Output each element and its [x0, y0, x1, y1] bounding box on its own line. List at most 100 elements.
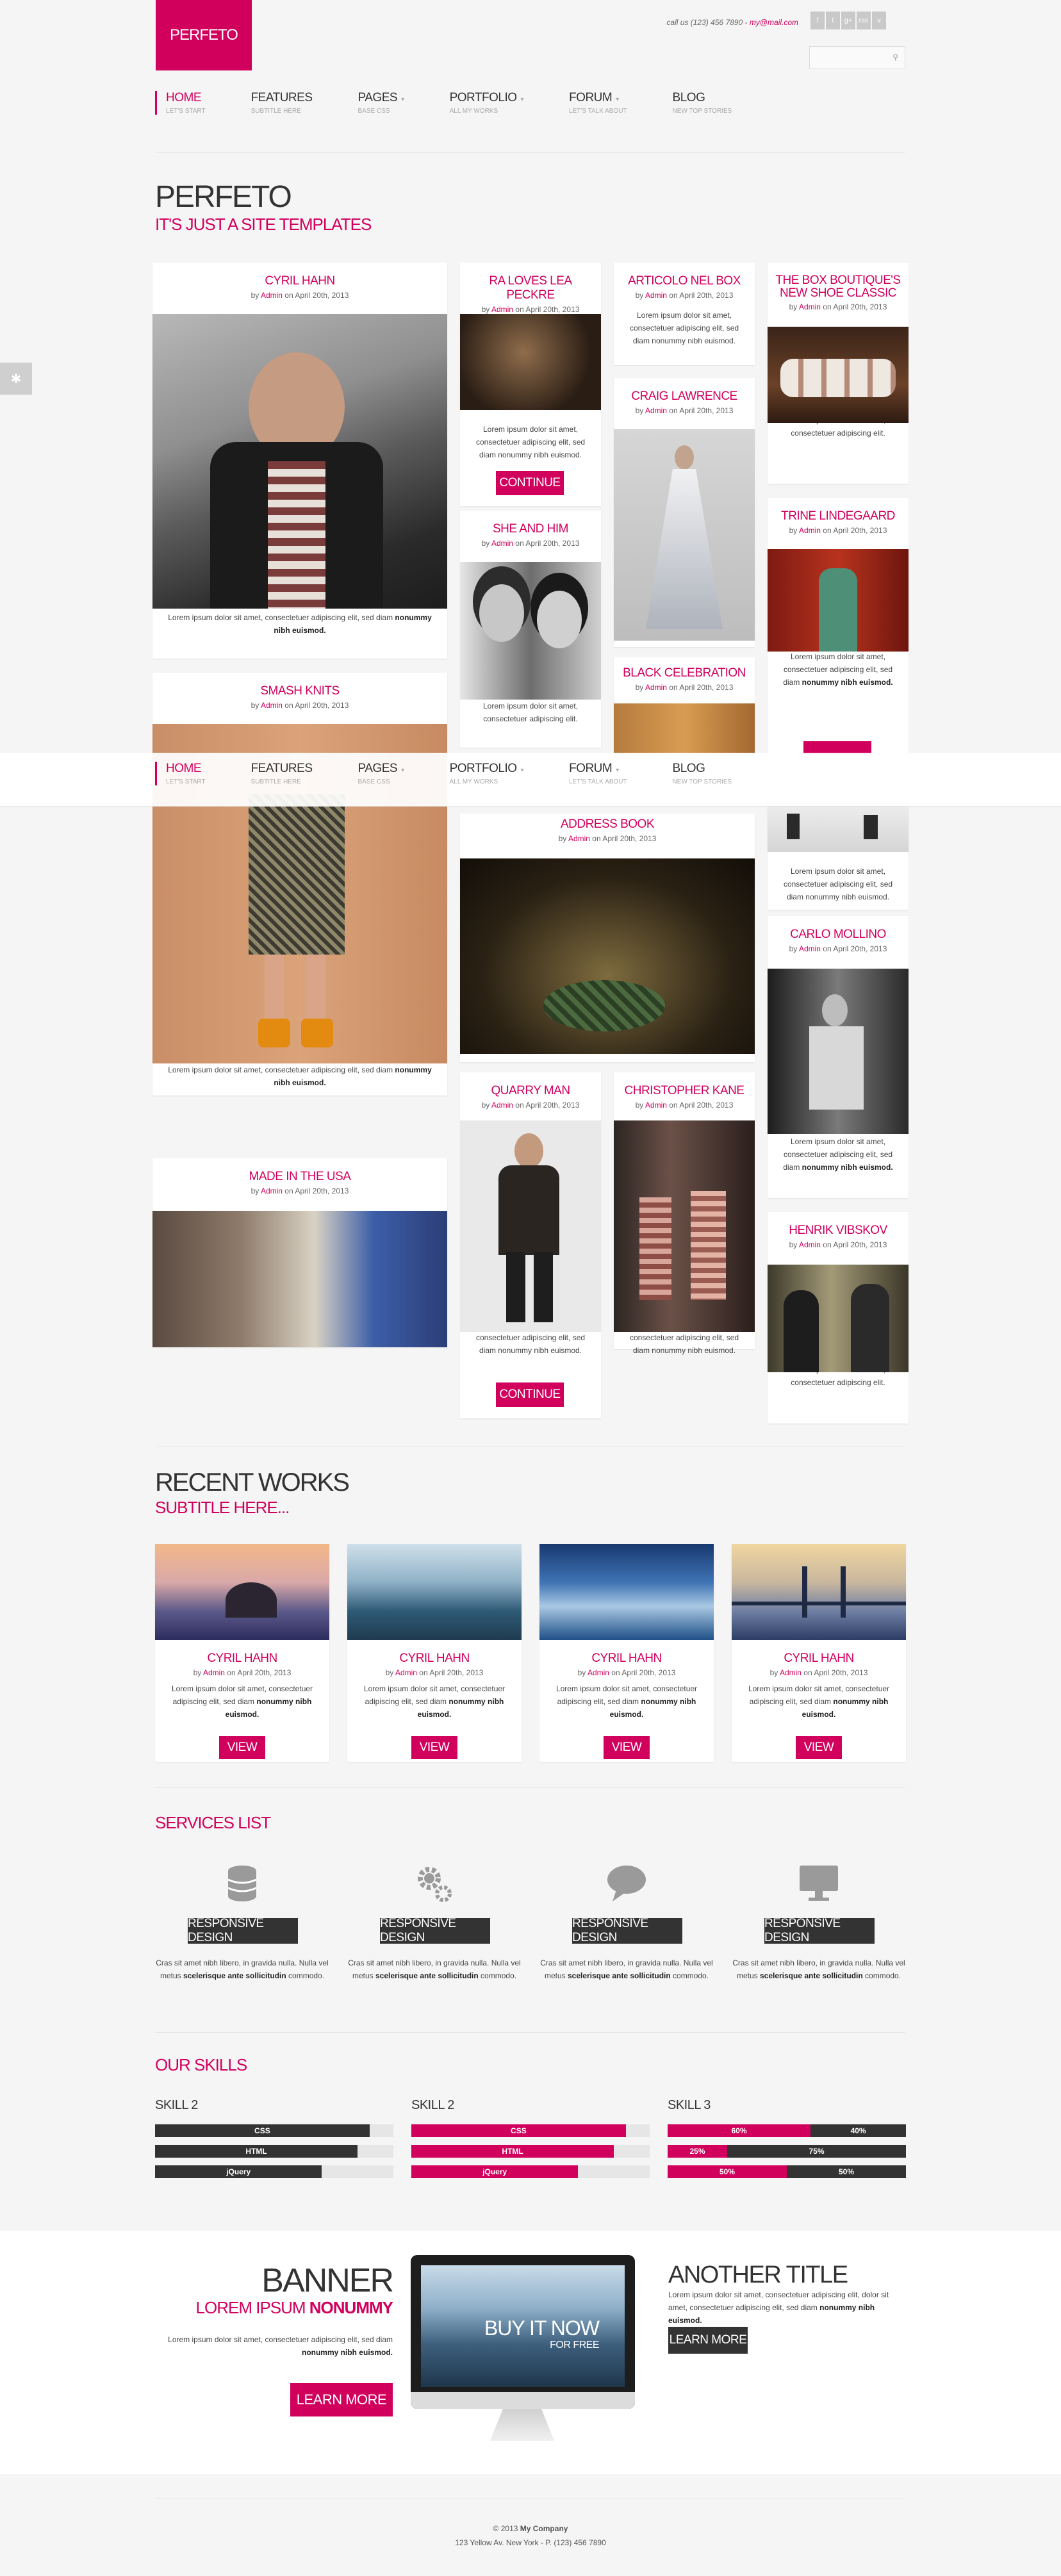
view-button[interactable]: VIEW [604, 1736, 650, 1759]
author-link[interactable]: Admin [799, 302, 821, 311]
card-title[interactable]: CYRIL HAHN [732, 1652, 906, 1666]
card-photo[interactable] [152, 314, 447, 609]
card-title[interactable]: CRAIG LAWRENCE [614, 390, 755, 404]
recent-work-photo[interactable] [155, 1544, 329, 1640]
author-link[interactable]: Admin [261, 701, 283, 710]
card-partial[interactable]: Lorem ipsum dolor sit amet, consectetuer… [768, 801, 909, 910]
author-link[interactable]: Admin [568, 834, 590, 843]
card-craig-lawrence[interactable]: CRAIG LAWRENCE by Admin on April 20th, 2… [614, 378, 755, 647]
service-button[interactable]: RESPONSIVE DESIGN [764, 1917, 875, 1944]
card-title[interactable]: CYRIL HAHN [152, 274, 447, 288]
card-cyril-hahn[interactable]: CYRIL HAHN by Admin on April 20th, 2013 … [152, 263, 447, 659]
card-title[interactable]: CYRIL HAHN [347, 1652, 522, 1666]
continue-button[interactable] [803, 741, 871, 754]
nav-item-forum[interactable]: FORUM ▾ LET'S TALK ABOUT [558, 91, 636, 115]
card-title[interactable]: ARTICOLO NEL BOX [614, 274, 755, 288]
card-title[interactable]: SHE AND HIM [460, 522, 601, 536]
card-title[interactable]: MADE IN THE USA [152, 1170, 447, 1184]
card-christopher-kane[interactable]: CHRISTOPHER KANE by Admin on April 20th,… [614, 1072, 755, 1355]
card-trine-lindegaard[interactable]: TRINE LINDEGAARD by Admin on April 20th,… [768, 498, 909, 754]
nav-item-blog[interactable]: BLOG NEW TOP STORIES [662, 91, 741, 115]
learn-more-button[interactable]: LEARN MORE [290, 2383, 393, 2416]
service-button[interactable]: RESPONSIVE DESIGN [572, 1917, 682, 1944]
monitor-screen[interactable]: BUY IT NOW FOR FREE [421, 2265, 625, 2387]
author-link[interactable]: Admin [261, 291, 283, 300]
card-title[interactable]: RA LOVES LEA PECKRE [460, 274, 601, 302]
card-ra-loves-lea[interactable]: RA LOVES LEA PECKRE by Admin on April 20… [460, 263, 601, 506]
card-photo[interactable] [460, 314, 601, 410]
card-address-book[interactable]: ADDRESS BOOK by Admin on April 20th, 201… [460, 814, 755, 1062]
nav-item-forum[interactable]: FORUM ▾ LET'S TALK ABOUT [558, 762, 636, 785]
view-button[interactable]: VIEW [411, 1736, 457, 1759]
author-link[interactable]: Admin [491, 539, 513, 548]
card-photo[interactable] [460, 858, 755, 1054]
card-made-in-usa[interactable]: MADE IN THE USA by Admin on April 20th, … [152, 1158, 447, 1347]
service-button[interactable]: RESPONSIVE DESIGN [380, 1917, 490, 1944]
card-articolo-nel-box[interactable]: ARTICOLO NEL BOX by Admin on April 20th,… [614, 263, 755, 365]
email-link[interactable]: my@mail.com [750, 18, 798, 27]
recent-work-photo[interactable] [732, 1544, 906, 1640]
site-logo[interactable]: PERFETO [156, 0, 252, 70]
card-title[interactable]: CYRIL HAHN [539, 1652, 714, 1666]
vimeo-icon[interactable]: v [872, 12, 886, 29]
author-link[interactable]: Admin [491, 305, 513, 314]
card-she-and-him[interactable]: SHE AND HIM by Admin on April 20th, 2013… [460, 511, 601, 748]
author-link[interactable]: Admin [395, 1668, 417, 1677]
card-title[interactable]: CHRISTOPHER KANE [614, 1084, 755, 1098]
nav-item-portfolio[interactable]: PORTFOLIO ▾ ALL MY WORKS [439, 762, 532, 785]
card-title[interactable]: CYRIL HAHN [155, 1652, 329, 1666]
nav-item-features[interactable]: FEATURES SUBTITLE HERE [240, 762, 322, 785]
card-carlo-mollino[interactable]: CARLO MOLLINO by Admin on April 20th, 20… [768, 916, 909, 1198]
side-toggle-button[interactable]: ✱ [0, 363, 32, 395]
author-link[interactable]: Admin [588, 1668, 609, 1677]
card-photo[interactable] [768, 327, 909, 423]
author-link[interactable]: Admin [645, 406, 667, 415]
search-icon[interactable]: ⚲ [892, 53, 898, 62]
card-photo[interactable] [768, 1265, 909, 1372]
card-smash-knits[interactable]: SMASH KNITS by Admin on April 20th, 2013… [152, 673, 447, 1095]
another-learn-more-button[interactable]: LEARN MORE [668, 2327, 748, 2354]
card-title[interactable]: TRINE LINDEGAARD [768, 509, 909, 523]
nav-item-portfolio[interactable]: PORTFOLIO ▾ ALL MY WORKS [439, 91, 532, 115]
card-photo[interactable] [460, 1120, 601, 1332]
recent-work-item[interactable]: CYRIL HAHN by Admin on April 20th, 2013 … [539, 1544, 714, 1762]
author-link[interactable]: Admin [645, 291, 667, 300]
author-link[interactable]: Admin [780, 1668, 802, 1677]
recent-work-item[interactable]: CYRIL HAHN by Admin on April 20th, 2013 … [155, 1544, 329, 1762]
card-title[interactable]: ADDRESS BOOK [460, 817, 755, 832]
author-link[interactable]: Admin [261, 1186, 283, 1195]
card-black-celebration[interactable]: BLACK CELEBRATION by Admin on April 20th… [614, 657, 755, 753]
recent-work-photo[interactable] [539, 1544, 714, 1640]
card-photo[interactable] [768, 801, 909, 852]
author-link[interactable]: Admin [799, 944, 821, 953]
card-box-boutique[interactable]: THE BOX BOUTIQUE'S NEW SHOE CLASSIC by A… [768, 263, 909, 484]
card-title[interactable]: SMASH KNITS [152, 684, 447, 698]
card-title[interactable]: BLACK CELEBRATION [614, 666, 755, 680]
card-quarry-man[interactable]: QUARRY MAN by Admin on April 20th, 2013 … [460, 1072, 601, 1418]
author-link[interactable]: Admin [799, 526, 821, 535]
card-photo[interactable] [152, 1211, 447, 1347]
search-input[interactable]: ⚲ [809, 46, 905, 69]
view-button[interactable]: VIEW [796, 1736, 842, 1759]
view-button[interactable]: VIEW [219, 1736, 265, 1759]
author-link[interactable]: Admin [645, 683, 667, 692]
card-title[interactable]: HENRIK VIBSKOV [768, 1224, 909, 1238]
nav-item-home[interactable]: HOME LET'S START [155, 762, 215, 785]
recent-work-item[interactable]: CYRIL HAHN by Admin on April 20th, 2013 … [732, 1544, 906, 1762]
card-photo[interactable] [614, 1120, 755, 1332]
card-title[interactable]: CARLO MOLLINO [768, 928, 909, 942]
author-link[interactable]: Admin [799, 1240, 821, 1249]
nav-item-features[interactable]: FEATURES SUBTITLE HERE [240, 91, 322, 115]
recent-work-photo[interactable] [347, 1544, 522, 1640]
recent-work-item[interactable]: CYRIL HAHN by Admin on April 20th, 2013 … [347, 1544, 522, 1762]
nav-item-blog[interactable]: BLOG NEW TOP STORIES [662, 762, 741, 785]
card-henrik-vibskov[interactable]: HENRIK VIBSKOV by Admin on April 20th, 2… [768, 1212, 909, 1423]
card-title[interactable]: QUARRY MAN [460, 1084, 601, 1098]
card-photo[interactable] [614, 429, 755, 641]
rss-icon[interactable]: rss [857, 12, 871, 29]
nav-item-pages[interactable]: PAGES ▾ BASE CSS [347, 762, 413, 785]
card-photo[interactable] [768, 549, 909, 652]
author-link[interactable]: Admin [645, 1101, 667, 1110]
card-photo[interactable] [614, 703, 755, 753]
nav-item-pages[interactable]: PAGES ▾ BASE CSS [347, 91, 413, 115]
